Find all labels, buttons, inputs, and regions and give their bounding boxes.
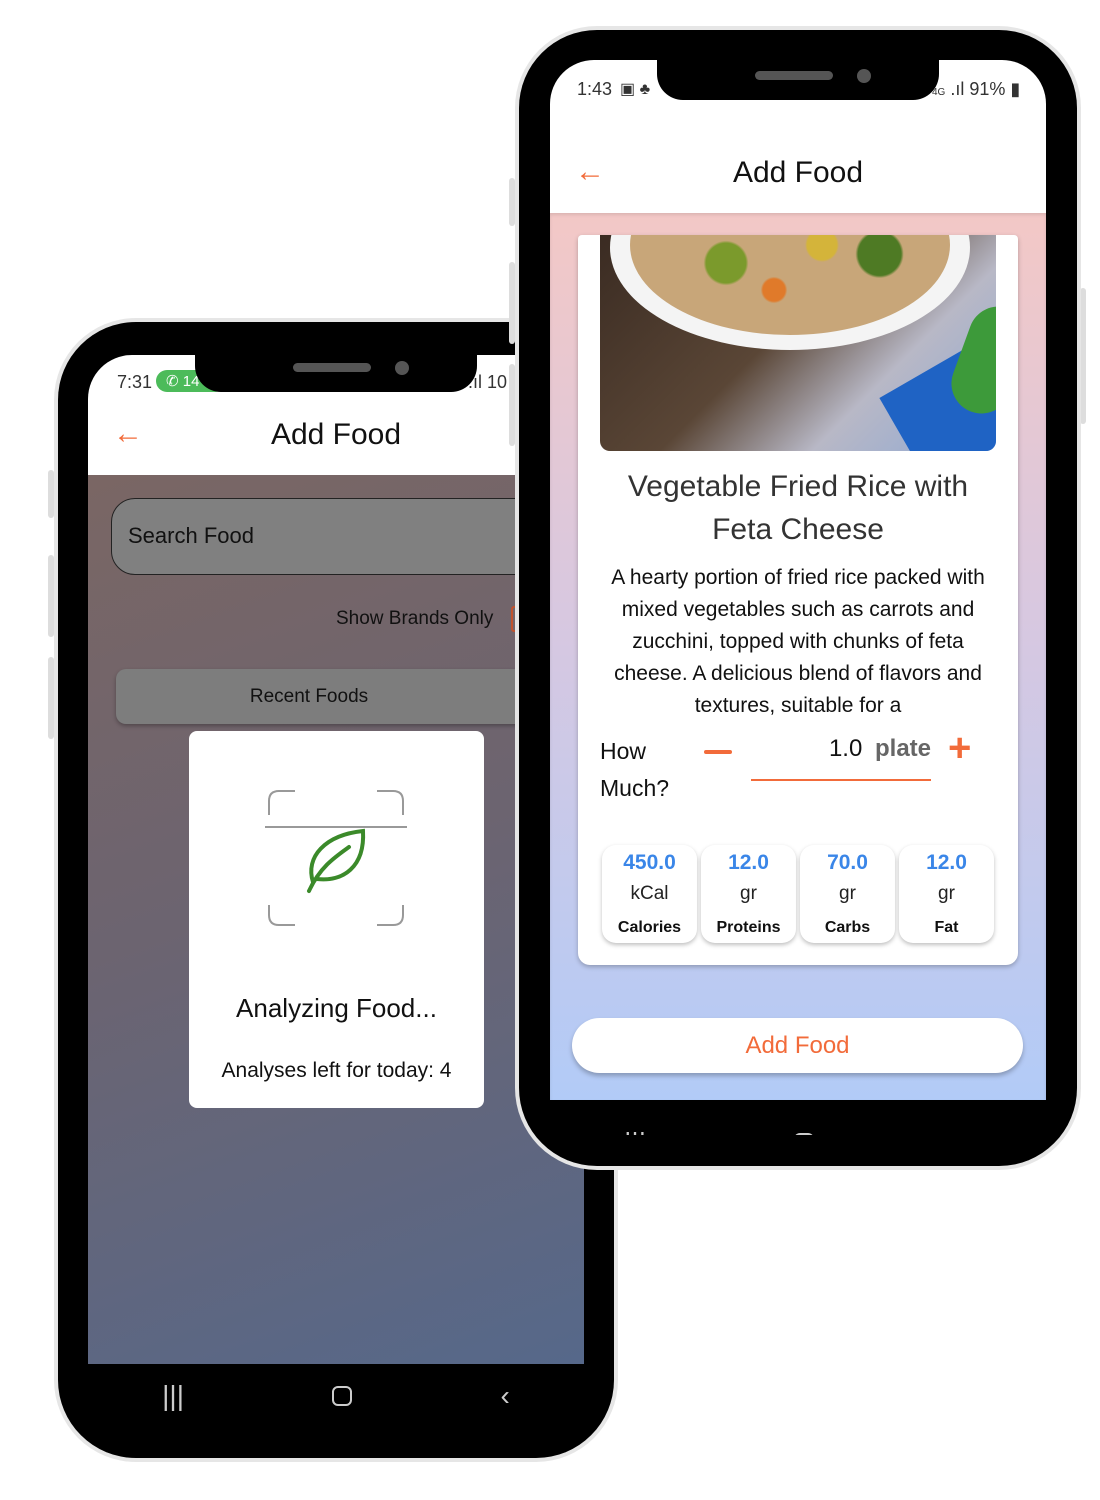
side-button [509,364,515,446]
tab-recent-foods[interactable]: Recent Foods [116,669,584,724]
home-icon[interactable] [794,1132,815,1135]
dialog-subtitle: Analyses left for today: 4 [221,1059,452,1082]
search-input[interactable]: Search Food [111,498,584,575]
nutrient-value: 70.0 [827,851,868,874]
status-time: 1:43 [577,79,613,99]
notification-icons: ▣ ♣ [620,81,651,98]
status-time: 7:31 [117,372,153,392]
food-description: A hearty portion of fried rice packed wi… [611,566,985,717]
camera [395,361,409,375]
side-button [48,657,54,739]
side-button [509,178,515,226]
nutrient-unit: gr [740,883,757,904]
back-nav-icon[interactable]: ‹ [963,1127,972,1136]
speaker [755,71,833,80]
side-button [48,470,54,518]
nutrient-value: 12.0 [926,851,967,874]
nutrient-fat: 12.0 gr Fat [899,845,994,943]
dialog-title: Analyzing Food... [236,993,437,1023]
leaf-scan-icon [265,790,407,926]
back-nav-icon[interactable]: ‹ [501,1380,510,1412]
tab-label: Recent Foods [249,686,369,707]
nutrient-value: 450.0 [623,851,676,874]
quantity-value: 1.0 [828,735,863,762]
home-icon[interactable] [332,1385,353,1406]
dimmed-background: Search Food Show Brands Only Recent Food… [88,475,584,1364]
nutrient-value: 12.0 [728,851,769,874]
nutrient-label: Calories [617,919,682,936]
quantity-input[interactable]: 1.0 plate [751,735,931,781]
camera [857,69,871,83]
recent-apps-icon[interactable]: ||| [624,1127,646,1136]
front-phone: 1:43 ▣ ♣ 4G .ıl 91% ▮ ← Add Food Vegetab… [519,30,1077,1166]
status-right: 4G .ıl 91% ▮ [932,79,1021,99]
nutrient-calories: 450.0 kCal Calories [602,845,697,943]
increase-button[interactable]: + [948,728,971,768]
battery-level: 10 [487,372,508,392]
recent-apps-icon[interactable]: ||| [162,1380,184,1412]
decrease-button[interactable] [704,750,732,754]
back-screen: 7:31 ✆ 14 .ıl 10 ← Add Food Search Food … [88,355,584,1427]
nutrient-unit: kCal [630,883,669,904]
side-button [509,262,515,344]
system-nav-bar: ||| ‹ [550,1100,1046,1135]
brands-toggle-label: Show Brands Only [336,608,494,629]
notch [195,352,477,392]
page-title: Add Food [732,156,864,189]
side-button [48,555,54,637]
analyzing-dialog: Analyzing Food... Analyses left for toda… [189,731,484,1108]
battery-level: 91% [969,79,1006,99]
nutrient-label: Proteins [716,919,781,936]
nutrient-carbs: 70.0 gr Carbs [800,845,895,943]
front-screen: 1:43 ▣ ♣ 4G .ıl 91% ▮ ← Add Food Vegetab… [550,60,1046,1135]
nutrients-row: 450.0 kCal Calories 12.0 gr Proteins 70.0 gr C… [602,845,1002,945]
nutrient-unit: gr [839,883,856,904]
food-photo [600,235,996,451]
nutrient-label: Carbs [824,919,871,936]
nutrient-unit: gr [938,883,955,904]
speaker [293,363,371,372]
system-nav-bar: ||| ‹ [88,1364,584,1427]
nutrient-proteins: 12.0 gr Proteins [701,845,796,943]
food-title: Vegetable Fried Rice with Feta Cheese [627,470,969,546]
nutrient-label: Fat [934,919,959,936]
add-food-button[interactable]: Add Food [572,1018,1023,1073]
power-button [1080,288,1086,424]
notch [657,60,939,100]
content-area: Vegetable Fried Rice with Feta Cheese A … [550,213,1046,1100]
food-card: Vegetable Fried Rice with Feta Cheese A … [578,235,1018,965]
how-much-label: How Much? [600,738,670,801]
quantity-unit: plate [874,735,931,762]
